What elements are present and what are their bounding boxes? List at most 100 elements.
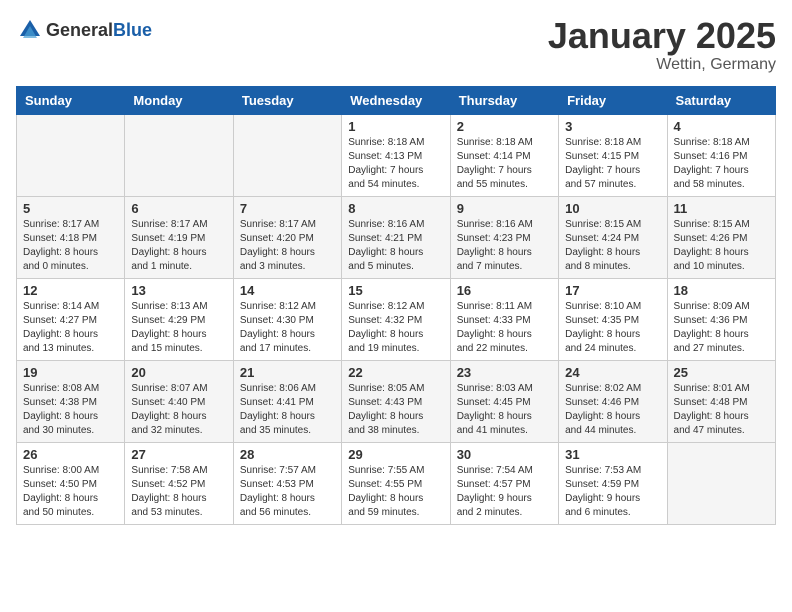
day-info: Sunrise: 8:17 AM Sunset: 4:19 PM Dayligh… xyxy=(131,218,226,274)
calendar-week-row: 19 Sunrise: 8:08 AM Sunset: 4:38 PM Dayli… xyxy=(17,360,776,442)
day-info: Sunrise: 8:15 AM Sunset: 4:26 PM Dayligh… xyxy=(674,218,769,274)
day-number: 28 xyxy=(240,447,335,462)
day-number: 30 xyxy=(457,447,552,462)
title-block: January 2025 Wettin, Germany xyxy=(548,16,776,74)
calendar-table: SundayMondayTuesdayWednesdayThursdayFrid… xyxy=(16,86,776,525)
calendar-day: 5 Sunrise: 8:17 AM Sunset: 4:18 PM Daylig… xyxy=(17,196,125,278)
calendar-day: 13 Sunrise: 8:13 AM Sunset: 4:29 PM Dayli… xyxy=(125,278,233,360)
logo-general: General xyxy=(46,20,113,40)
weekday-header: Thursday xyxy=(450,86,558,114)
day-number: 25 xyxy=(674,365,769,380)
calendar-day: 27 Sunrise: 7:58 AM Sunset: 4:52 PM Dayli… xyxy=(125,442,233,524)
calendar-day: 1 Sunrise: 8:18 AM Sunset: 4:13 PM Daylig… xyxy=(342,114,450,196)
location-title: Wettin, Germany xyxy=(548,56,776,74)
day-info: Sunrise: 8:02 AM Sunset: 4:46 PM Dayligh… xyxy=(565,382,660,438)
day-info: Sunrise: 8:16 AM Sunset: 4:23 PM Dayligh… xyxy=(457,218,552,274)
calendar-day: 10Sunrise: 8:15 AM Sunset: 4:24 PM Dayli… xyxy=(559,196,667,278)
day-number: 2 xyxy=(457,119,552,134)
day-info: Sunrise: 8:15 AM Sunset: 4:24 PM Dayligh… xyxy=(565,218,660,274)
day-number: 31 xyxy=(565,447,660,462)
calendar-day: 26 Sunrise: 8:00 AM Sunset: 4:50 PM Dayli… xyxy=(17,442,125,524)
day-info: Sunrise: 7:58 AM Sunset: 4:52 PM Dayligh… xyxy=(131,464,226,520)
weekday-header: Saturday xyxy=(667,86,775,114)
logo-blue: Blue xyxy=(113,20,152,40)
calendar-day: 16 Sunrise: 8:11 AM Sunset: 4:33 PM Dayli… xyxy=(450,278,558,360)
calendar-day: 3 Sunrise: 8:18 AM Sunset: 4:15 PM Daylig… xyxy=(559,114,667,196)
calendar-day: 25 Sunrise: 8:01 AM Sunset: 4:48 PM Dayli… xyxy=(667,360,775,442)
calendar-day xyxy=(233,114,341,196)
day-info: Sunrise: 8:12 AM Sunset: 4:32 PM Dayligh… xyxy=(348,300,443,356)
day-info: Sunrise: 7:57 AM Sunset: 4:53 PM Dayligh… xyxy=(240,464,335,520)
calendar-day: 6 Sunrise: 8:17 AM Sunset: 4:19 PM Daylig… xyxy=(125,196,233,278)
weekday-header: Friday xyxy=(559,86,667,114)
calendar-day: 19 Sunrise: 8:08 AM Sunset: 4:38 PM Dayli… xyxy=(17,360,125,442)
calendar-day: 31 Sunrise: 7:53 AM Sunset: 4:59 PM Dayli… xyxy=(559,442,667,524)
day-number: 20 xyxy=(131,365,226,380)
calendar-week-row: 12 Sunrise: 8:14 AM Sunset: 4:27 PM Dayli… xyxy=(17,278,776,360)
day-number: 14 xyxy=(240,283,335,298)
day-info: Sunrise: 8:01 AM Sunset: 4:48 PM Dayligh… xyxy=(674,382,769,438)
calendar-day: 18 Sunrise: 8:09 AM Sunset: 4:36 PM Dayli… xyxy=(667,278,775,360)
day-info: Sunrise: 8:17 AM Sunset: 4:20 PM Dayligh… xyxy=(240,218,335,274)
calendar-day: 14Sunrise: 8:12 AM Sunset: 4:30 PM Dayli… xyxy=(233,278,341,360)
calendar-day: 2Sunrise: 8:18 AM Sunset: 4:14 PM Daylig… xyxy=(450,114,558,196)
weekday-header: Wednesday xyxy=(342,86,450,114)
day-number: 4 xyxy=(674,119,769,134)
day-number: 15 xyxy=(348,283,443,298)
calendar-day xyxy=(125,114,233,196)
day-number: 26 xyxy=(23,447,118,462)
day-number: 19 xyxy=(23,365,118,380)
day-number: 8 xyxy=(348,201,443,216)
day-info: Sunrise: 8:18 AM Sunset: 4:15 PM Dayligh… xyxy=(565,136,660,192)
calendar-week-row: 1 Sunrise: 8:18 AM Sunset: 4:13 PM Daylig… xyxy=(17,114,776,196)
calendar-day: 7Sunrise: 8:17 AM Sunset: 4:20 PM Daylig… xyxy=(233,196,341,278)
day-number: 13 xyxy=(131,283,226,298)
calendar-week-row: 26 Sunrise: 8:00 AM Sunset: 4:50 PM Dayli… xyxy=(17,442,776,524)
day-number: 9 xyxy=(457,201,552,216)
day-info: Sunrise: 8:08 AM Sunset: 4:38 PM Dayligh… xyxy=(23,382,118,438)
calendar-week-row: 5 Sunrise: 8:17 AM Sunset: 4:18 PM Daylig… xyxy=(17,196,776,278)
calendar-day: 11 Sunrise: 8:15 AM Sunset: 4:26 PM Dayli… xyxy=(667,196,775,278)
day-info: Sunrise: 8:14 AM Sunset: 4:27 PM Dayligh… xyxy=(23,300,118,356)
day-number: 12 xyxy=(23,283,118,298)
day-number: 11 xyxy=(674,201,769,216)
weekday-header: Monday xyxy=(125,86,233,114)
calendar-day: 21Sunrise: 8:06 AM Sunset: 4:41 PM Dayli… xyxy=(233,360,341,442)
day-info: Sunrise: 8:00 AM Sunset: 4:50 PM Dayligh… xyxy=(23,464,118,520)
day-info: Sunrise: 8:03 AM Sunset: 4:45 PM Dayligh… xyxy=(457,382,552,438)
calendar-day: 4Sunrise: 8:18 AM Sunset: 4:16 PM Daylig… xyxy=(667,114,775,196)
day-number: 17 xyxy=(565,283,660,298)
calendar-day: 8 Sunrise: 8:16 AM Sunset: 4:21 PM Daylig… xyxy=(342,196,450,278)
day-info: Sunrise: 8:16 AM Sunset: 4:21 PM Dayligh… xyxy=(348,218,443,274)
day-number: 23 xyxy=(457,365,552,380)
calendar-day: 24Sunrise: 8:02 AM Sunset: 4:46 PM Dayli… xyxy=(559,360,667,442)
weekday-header-row: SundayMondayTuesdayWednesdayThursdayFrid… xyxy=(17,86,776,114)
day-info: Sunrise: 8:18 AM Sunset: 4:13 PM Dayligh… xyxy=(348,136,443,192)
calendar-day xyxy=(17,114,125,196)
calendar-day: 28 Sunrise: 7:57 AM Sunset: 4:53 PM Dayli… xyxy=(233,442,341,524)
day-number: 1 xyxy=(348,119,443,134)
weekday-header: Sunday xyxy=(17,86,125,114)
page-header: GeneralBlue January 2025 Wettin, Germany xyxy=(16,16,776,74)
day-info: Sunrise: 8:07 AM Sunset: 4:40 PM Dayligh… xyxy=(131,382,226,438)
weekday-header: Tuesday xyxy=(233,86,341,114)
calendar-day: 12 Sunrise: 8:14 AM Sunset: 4:27 PM Dayli… xyxy=(17,278,125,360)
day-number: 6 xyxy=(131,201,226,216)
day-info: Sunrise: 7:53 AM Sunset: 4:59 PM Dayligh… xyxy=(565,464,660,520)
day-number: 5 xyxy=(23,201,118,216)
day-number: 29 xyxy=(348,447,443,462)
day-info: Sunrise: 8:11 AM Sunset: 4:33 PM Dayligh… xyxy=(457,300,552,356)
day-number: 18 xyxy=(674,283,769,298)
logo: GeneralBlue xyxy=(16,16,152,44)
day-info: Sunrise: 8:13 AM Sunset: 4:29 PM Dayligh… xyxy=(131,300,226,356)
calendar-day: 22Sunrise: 8:05 AM Sunset: 4:43 PM Dayli… xyxy=(342,360,450,442)
day-info: Sunrise: 8:09 AM Sunset: 4:36 PM Dayligh… xyxy=(674,300,769,356)
day-info: Sunrise: 8:17 AM Sunset: 4:18 PM Dayligh… xyxy=(23,218,118,274)
day-number: 16 xyxy=(457,283,552,298)
day-info: Sunrise: 7:54 AM Sunset: 4:57 PM Dayligh… xyxy=(457,464,552,520)
calendar-day: 30 Sunrise: 7:54 AM Sunset: 4:57 PM Dayli… xyxy=(450,442,558,524)
day-number: 27 xyxy=(131,447,226,462)
day-number: 3 xyxy=(565,119,660,134)
calendar-day: 29Sunrise: 7:55 AM Sunset: 4:55 PM Dayli… xyxy=(342,442,450,524)
calendar-day: 17Sunrise: 8:10 AM Sunset: 4:35 PM Dayli… xyxy=(559,278,667,360)
